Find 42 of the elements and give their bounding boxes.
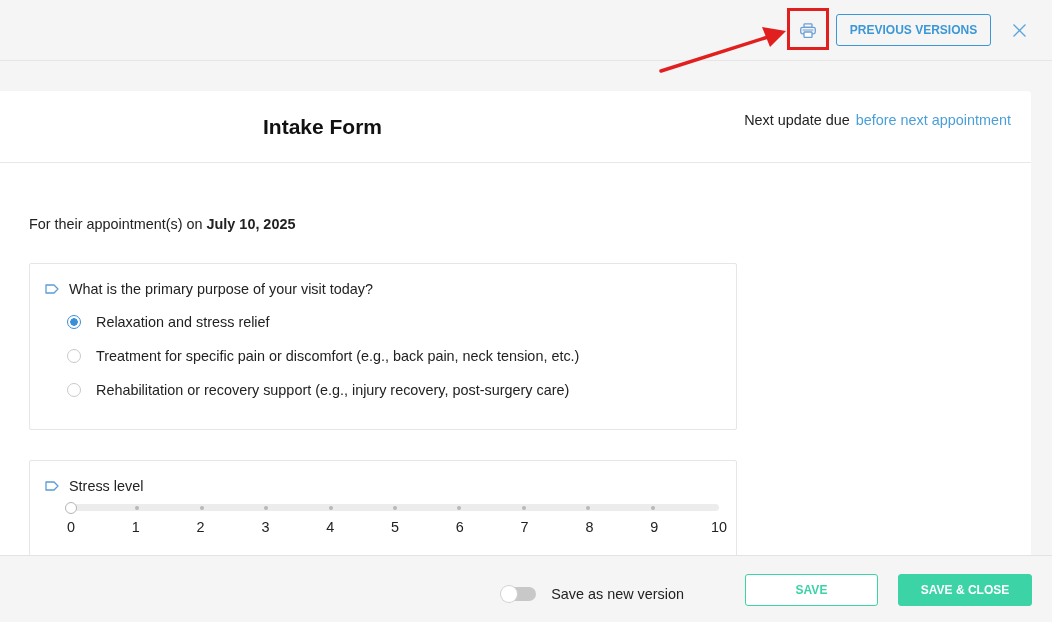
tick-label: 9 — [649, 519, 660, 535]
question-label: What is the primary purpose of your visit today? — [69, 281, 373, 297]
tag-icon — [45, 481, 59, 491]
tick-dot-icon — [521, 505, 526, 510]
save-close-button[interactable]: SAVE & CLOSE — [898, 574, 1032, 606]
tick-label: 3 — [260, 519, 271, 535]
next-update-link[interactable]: before next appointment — [855, 112, 1011, 128]
tick-label: 1 — [130, 519, 141, 535]
toggle-switch[interactable] — [501, 586, 537, 601]
tick-dot-icon — [328, 505, 333, 510]
tick-label: 6 — [454, 519, 465, 535]
tick-dot-icon — [135, 505, 140, 510]
tick-label: 10 — [709, 519, 728, 535]
tick-label: 5 — [390, 519, 400, 535]
tick-label: 4 — [325, 519, 336, 535]
tick-label: 8 — [584, 519, 595, 535]
question-label: Stress level — [69, 478, 144, 494]
radio-button[interactable] — [67, 349, 81, 363]
option-label[interactable]: Relaxation and stress relief — [96, 314, 270, 330]
appointment-note: For their appointment(s) on July 10, 2025 — [29, 215, 297, 233]
tick-dot-icon — [392, 505, 397, 510]
tick-dot-icon — [264, 505, 269, 510]
tick-dot-icon — [650, 505, 655, 510]
save-button[interactable]: SAVE — [745, 574, 878, 606]
option-label[interactable]: Treatment for specific pain or discomfort (e.g., back pain, neck tension, etc.) — [96, 348, 580, 364]
tick-label: 2 — [195, 519, 206, 535]
next-update-label: Next update due — [744, 112, 850, 128]
tag-icon — [45, 284, 59, 294]
tick-dot-icon — [199, 505, 204, 510]
close-icon[interactable] — [1013, 23, 1026, 37]
form-title: Intake Form — [263, 115, 382, 139]
tick-label: 0 — [66, 519, 76, 535]
previous-versions-button[interactable]: PREVIOUS VERSIONS — [836, 14, 991, 46]
printer-icon — [800, 23, 816, 38]
slider-thumb[interactable] — [65, 501, 77, 514]
toggle-label: Save as new version — [551, 585, 684, 602]
tick-dot-icon — [586, 505, 591, 510]
tick-label: 7 — [519, 519, 530, 535]
radio-button[interactable] — [67, 315, 81, 329]
option-label[interactable]: Rehabilitation or recovery support (e.g., injury recovery, post-surgery care) — [96, 382, 570, 398]
tick-dot-icon — [457, 505, 462, 510]
radio-button[interactable] — [67, 383, 81, 397]
